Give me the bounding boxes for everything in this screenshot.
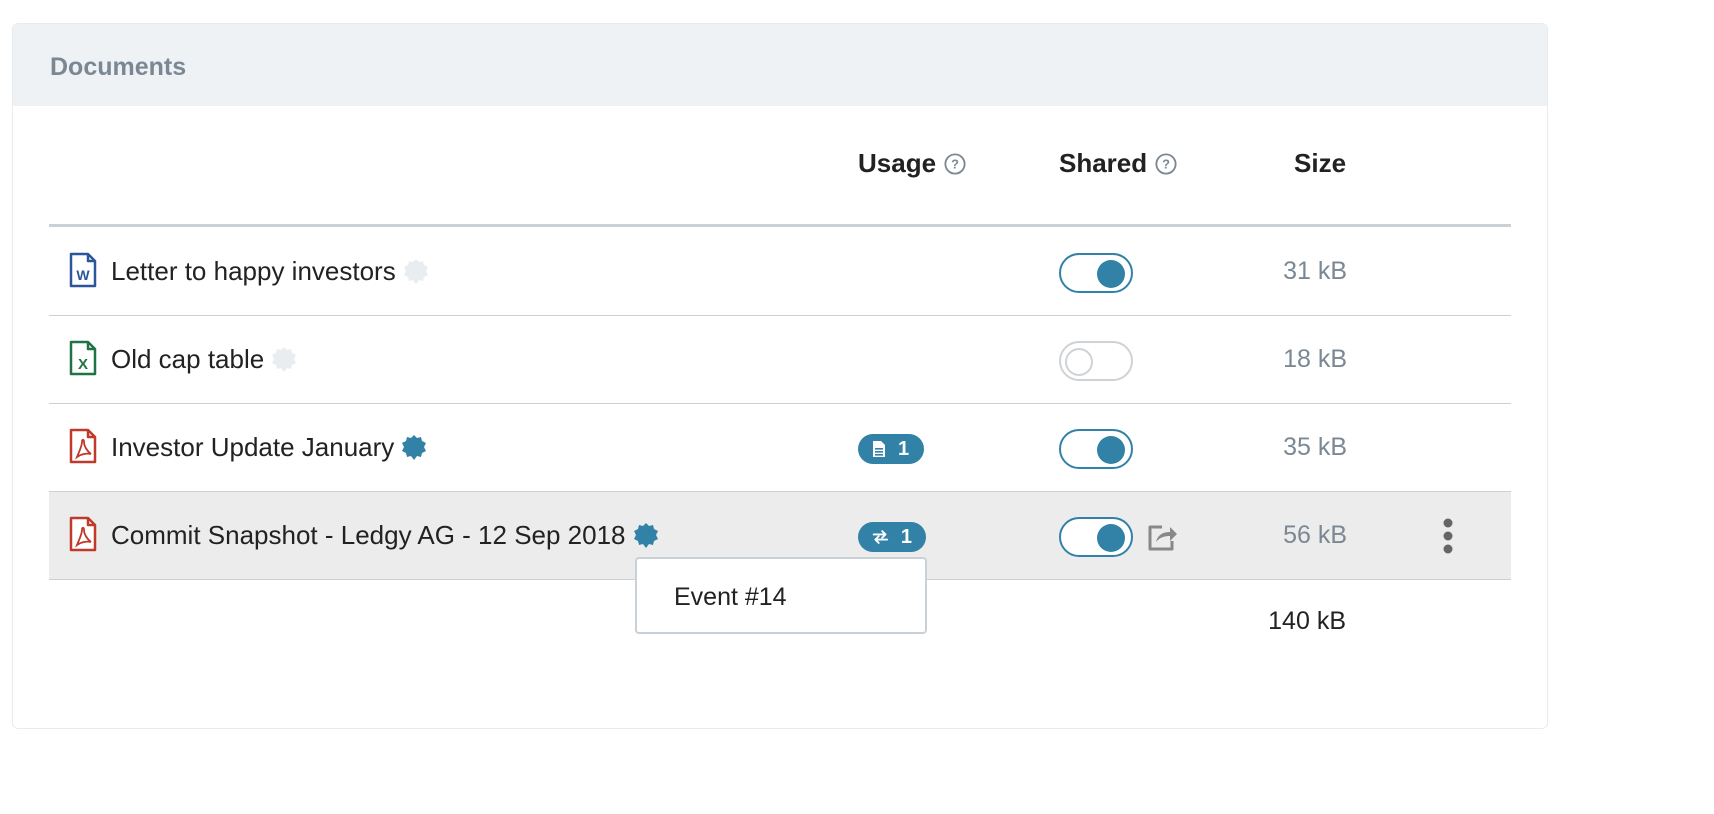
shared-toggle[interactable]	[1059, 429, 1133, 469]
toggle-knob	[1097, 524, 1125, 552]
column-header-shared: Shared ?	[1059, 148, 1177, 179]
total-size: 140 kB	[1268, 607, 1346, 635]
size-header-label: Size	[1294, 148, 1347, 178]
pdf-file-icon	[69, 516, 97, 552]
document-name[interactable]: Investor Update January	[111, 432, 428, 463]
document-title[interactable]: Old cap table	[111, 344, 264, 375]
signature-seal-icon	[403, 258, 428, 284]
svg-text:W: W	[76, 267, 90, 283]
usage-popover: Event #14	[635, 557, 927, 634]
shared-toggle[interactable]	[1059, 341, 1133, 381]
toggle-knob	[1065, 348, 1093, 376]
toggle-knob	[1097, 260, 1125, 288]
file-size: 35 kB	[1283, 433, 1347, 461]
svg-text:?: ?	[951, 156, 959, 171]
card-title: Documents	[50, 53, 187, 81]
usage-count: 1	[900, 525, 912, 548]
table-row[interactable]: W Letter to happy investors 31 kB	[49, 228, 1511, 316]
shared-header-label: Shared	[1059, 148, 1148, 178]
document-icon	[873, 441, 885, 457]
document-name[interactable]: Letter to happy investors	[111, 256, 430, 287]
excel-file-icon: X	[69, 340, 97, 376]
popover-event-link[interactable]: Event #14	[674, 583, 787, 612]
column-header-size: Size	[1294, 148, 1346, 179]
document-name[interactable]: Old cap table	[111, 344, 298, 375]
usage-count: 1	[898, 437, 910, 460]
document-title[interactable]: Investor Update January	[111, 432, 394, 463]
document-title[interactable]: Letter to happy investors	[111, 256, 396, 287]
file-size: 56 kB	[1283, 521, 1347, 549]
more-options-icon[interactable]	[1442, 518, 1454, 554]
header-divider	[49, 224, 1511, 227]
help-icon[interactable]: ?	[944, 152, 966, 175]
svg-text:?: ?	[1162, 156, 1170, 171]
svg-text:X: X	[78, 356, 88, 373]
usage-badge[interactable]: 1	[858, 434, 924, 464]
document-title[interactable]: Commit Snapshot - Ledgy AG - 12 Sep 2018	[111, 520, 626, 551]
word-file-icon: W	[69, 252, 97, 288]
share-icon[interactable]	[1146, 522, 1178, 552]
file-size: 18 kB	[1283, 345, 1347, 373]
toggle-knob	[1097, 436, 1125, 464]
help-icon[interactable]: ?	[1155, 152, 1177, 175]
document-name[interactable]: Commit Snapshot - Ledgy AG - 12 Sep 2018	[111, 520, 660, 551]
table-row[interactable]: X Old cap table 18 kB	[49, 316, 1511, 404]
shared-toggle[interactable]	[1059, 253, 1133, 293]
signature-seal-icon	[633, 522, 658, 548]
signature-seal-icon	[272, 346, 297, 372]
transfer-icon	[872, 530, 889, 544]
usage-header-label: Usage	[858, 148, 937, 178]
column-header-usage: Usage ?	[858, 148, 966, 179]
usage-badge[interactable]: 1	[858, 522, 926, 552]
shared-toggle[interactable]	[1059, 517, 1133, 557]
card-header: Documents	[13, 24, 1547, 106]
pdf-file-icon	[69, 428, 97, 464]
table-row[interactable]: Investor Update January 1 35 kB	[49, 404, 1511, 492]
file-size: 31 kB	[1283, 257, 1347, 285]
signature-seal-icon	[402, 434, 427, 460]
